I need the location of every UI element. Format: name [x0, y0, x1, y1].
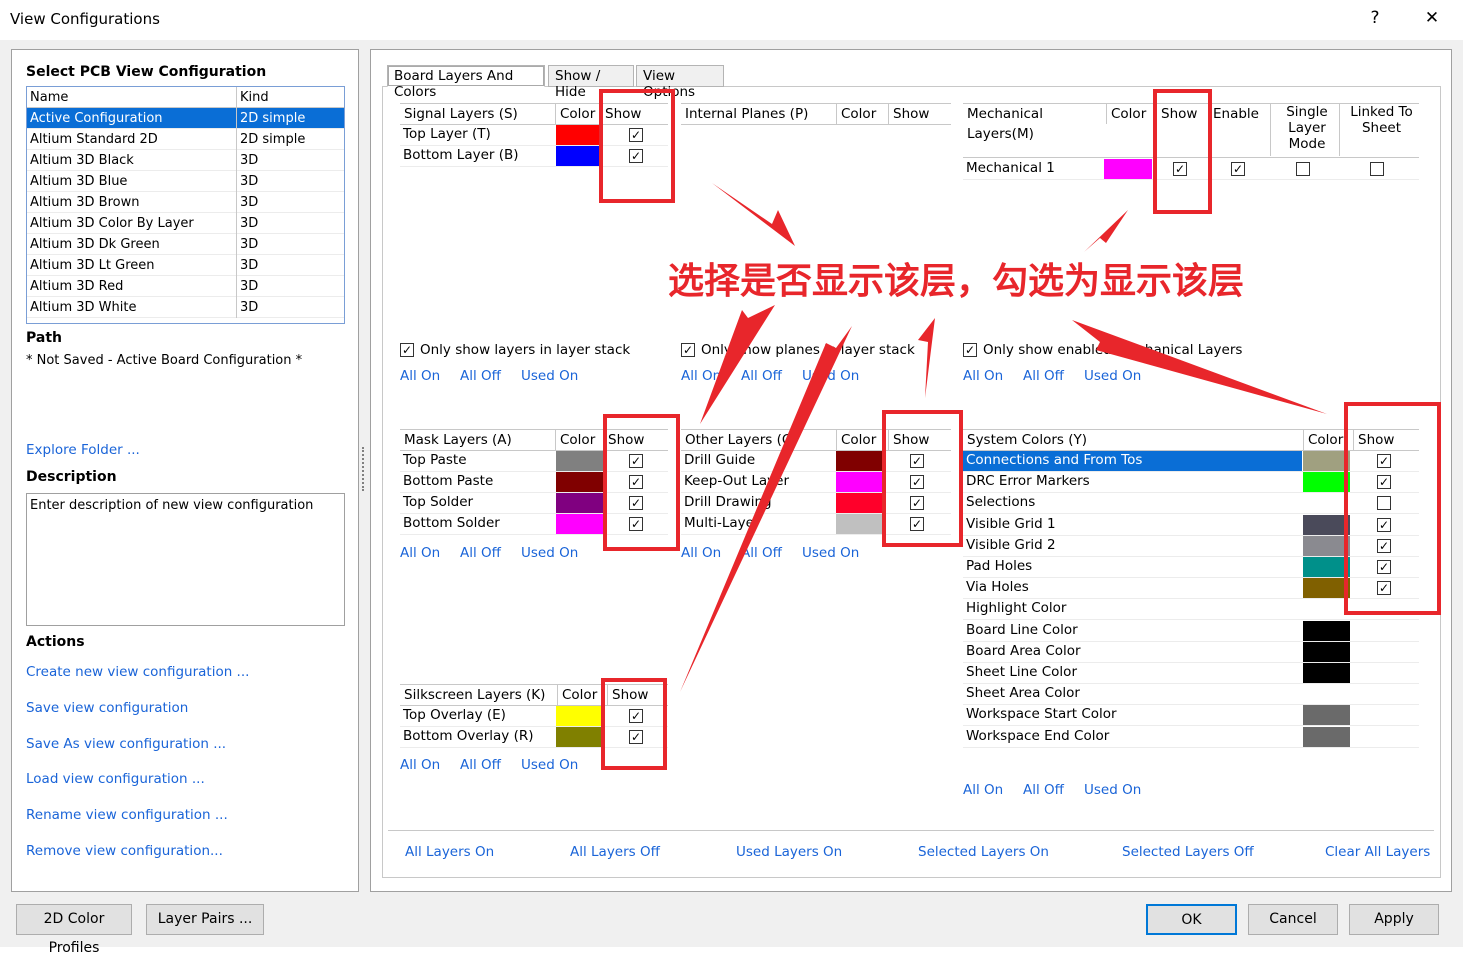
arrow-other	[918, 318, 935, 398]
arrow-mask	[700, 305, 775, 424]
arrow-system	[1072, 320, 1327, 414]
arrow-silk	[680, 326, 852, 692]
arrow-mech	[1084, 210, 1128, 252]
arrow-signal	[712, 183, 795, 246]
annotation-arrows	[680, 183, 1327, 692]
